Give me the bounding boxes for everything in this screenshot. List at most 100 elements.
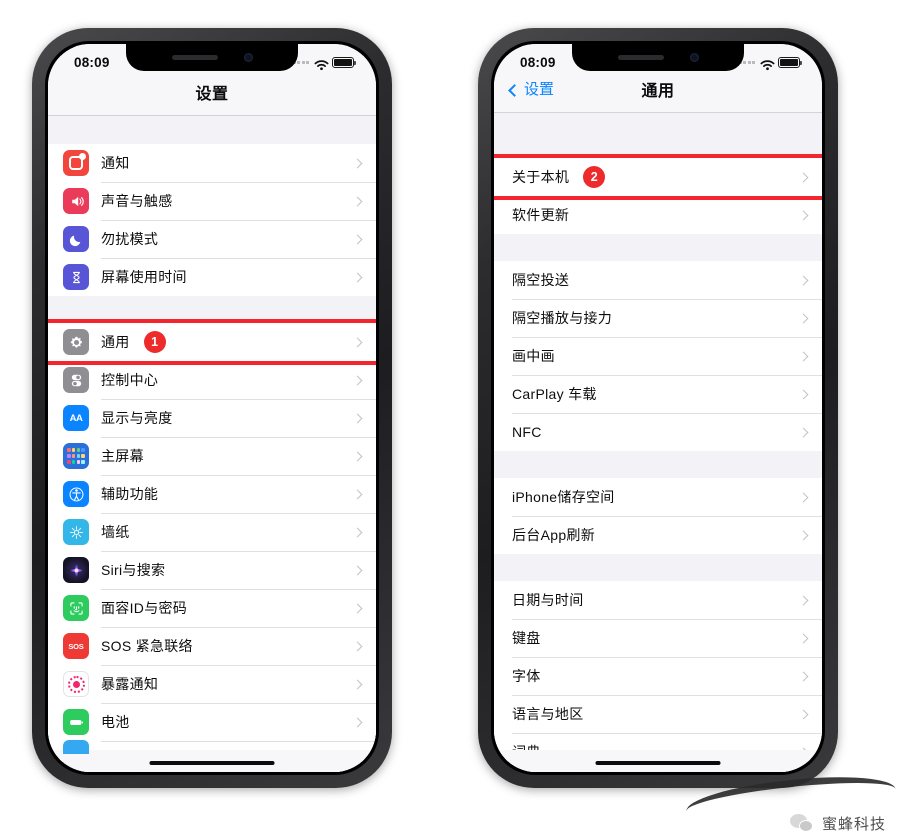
settings-row-exposure-notifications[interactable]: 暴露通知 xyxy=(48,665,376,703)
chevron-right-icon xyxy=(798,492,809,502)
row-label: CarPlay 车载 xyxy=(512,386,597,402)
settings-row-general[interactable]: 通用 1 xyxy=(48,319,376,365)
row-label: 面容ID与密码 xyxy=(101,600,188,616)
next-section-peek-icon xyxy=(63,740,89,754)
row-label: 隔空播放与接力 xyxy=(512,310,613,326)
section-spacer xyxy=(48,296,376,323)
row-label: 字体 xyxy=(512,668,541,684)
settings-row-wallpaper[interactable]: 墙纸 xyxy=(48,513,376,551)
chevron-right-icon xyxy=(352,603,363,613)
row-label: 控制中心 xyxy=(101,372,159,388)
face-id-icon xyxy=(63,595,89,621)
general-row-airplay-handoff[interactable]: 隔空播放与接力 xyxy=(494,299,822,337)
chevron-right-icon xyxy=(352,375,363,385)
status-bar-time: 08:09 xyxy=(520,55,556,70)
settings-row-display-brightness[interactable]: AA 显示与亮度 xyxy=(48,399,376,437)
general-settings-list[interactable]: 关于本机 2 软件更新 隔空投送 隔空播放与接力 画中画 CarPlay 车载 … xyxy=(494,144,822,772)
general-row-airdrop[interactable]: 隔空投送 xyxy=(494,261,822,299)
status-bar-indicators xyxy=(738,57,802,71)
general-row-language-region[interactable]: 语言与地区 xyxy=(494,695,822,733)
earpiece-speaker xyxy=(171,55,218,60)
general-group-3: iPhone储存空间 后台App刷新 xyxy=(494,478,822,554)
general-row-about[interactable]: 关于本机 2 xyxy=(494,154,822,200)
general-group-1: 关于本机 2 软件更新 xyxy=(494,154,822,234)
chevron-right-icon xyxy=(352,337,363,347)
battery-icon xyxy=(332,57,356,68)
row-label: 通知 xyxy=(101,155,130,171)
settings-row-accessibility[interactable]: 辅助功能 xyxy=(48,475,376,513)
settings-row-do-not-disturb[interactable]: 勿扰模式 xyxy=(48,220,376,258)
page-title: 设置 xyxy=(195,86,229,103)
general-row-carplay[interactable]: CarPlay 车载 xyxy=(494,375,822,413)
chevron-right-icon xyxy=(352,234,363,244)
phone-device-general: 08:09 设置 通用 关于本机 2 软件更新 隔空投送 隔空播放与接力 画中画… xyxy=(478,28,838,788)
row-label: 墙纸 xyxy=(101,524,130,540)
row-label: 主屏幕 xyxy=(101,448,144,464)
chevron-right-icon xyxy=(352,489,363,499)
general-row-fonts[interactable]: 字体 xyxy=(494,657,822,695)
chevron-right-icon xyxy=(798,427,809,437)
row-label: 暴露通知 xyxy=(101,676,159,692)
section-spacer xyxy=(494,451,822,478)
notification-icon xyxy=(63,150,89,176)
row-label: 键盘 xyxy=(512,630,541,646)
phone-bezel: 08:09 设置 xyxy=(45,41,379,775)
siri-search-icon xyxy=(63,557,89,583)
chevron-right-icon xyxy=(798,530,809,540)
display-brightness-icon: AA xyxy=(63,405,89,431)
row-label: Siri与搜索 xyxy=(101,562,166,578)
phone-device-settings: 08:09 设置 通知 声音与触感 勿扰模式 屏幕使用时间 通用 1 控制中心 … xyxy=(32,28,392,788)
status-bar-time: 08:09 xyxy=(74,55,110,70)
general-row-date-time[interactable]: 日期与时间 xyxy=(494,581,822,619)
screen-time-hourglass-icon xyxy=(63,264,89,290)
front-camera-icon xyxy=(243,53,253,62)
row-label: 隔空投送 xyxy=(512,272,570,288)
phone-screen-general: 08:09 设置 通用 关于本机 2 软件更新 隔空投送 隔空播放与接力 画中画… xyxy=(494,44,822,772)
do-not-disturb-moon-icon xyxy=(63,226,89,252)
row-label: 日期与时间 xyxy=(512,592,584,608)
phone-bezel: 08:09 设置 xyxy=(491,41,825,775)
step-badge-2: 2 xyxy=(583,166,606,188)
row-label: 软件更新 xyxy=(512,207,570,223)
general-row-keyboard[interactable]: 键盘 xyxy=(494,619,822,657)
general-group-4: 日期与时间 键盘 字体 语言与地区 xyxy=(494,581,822,771)
row-label: NFC xyxy=(512,424,542,440)
navigation-bar: 设置 通用 xyxy=(494,75,822,113)
general-row-iphone-storage[interactable]: iPhone储存空间 xyxy=(494,478,822,516)
chevron-right-icon xyxy=(798,671,809,681)
home-indicator[interactable] xyxy=(595,760,721,765)
settings-row-screen-time[interactable]: 屏幕使用时间 xyxy=(48,258,376,296)
status-bar-indicators xyxy=(292,57,356,71)
general-row-nfc[interactable]: NFC xyxy=(494,413,822,451)
emergency-sos-icon: SOS xyxy=(63,633,89,659)
row-label: 语言与地区 xyxy=(512,706,584,722)
general-group-2: 隔空投送 隔空播放与接力 画中画 CarPlay 车载 NFC xyxy=(494,261,822,451)
section-spacer xyxy=(494,144,822,158)
section-spacer xyxy=(494,554,822,581)
chevron-right-icon xyxy=(798,389,809,399)
sound-haptics-icon xyxy=(63,188,89,214)
settings-list[interactable]: 通知 声音与触感 勿扰模式 屏幕使用时间 通用 1 控制中心 AA 显示与亮度 … xyxy=(48,144,376,772)
settings-row-emergency-sos[interactable]: SOS SOS 紧急联络 xyxy=(48,627,376,665)
settings-row-home-screen[interactable]: 主屏幕 xyxy=(48,437,376,475)
settings-row-siri-search[interactable]: Siri与搜索 xyxy=(48,551,376,589)
general-row-software-update[interactable]: 软件更新 xyxy=(494,196,822,234)
chevron-right-icon xyxy=(798,709,809,719)
settings-row-battery[interactable]: 电池 xyxy=(48,703,376,741)
battery-icon xyxy=(778,57,802,68)
settings-row-face-id-passcode[interactable]: 面容ID与密码 xyxy=(48,589,376,627)
chevron-left-icon xyxy=(508,84,521,97)
general-row-picture-in-picture[interactable]: 画中画 xyxy=(494,337,822,375)
row-label: 后台App刷新 xyxy=(512,527,596,543)
settings-group-1: 通知 声音与触感 勿扰模式 屏幕使用时间 xyxy=(48,144,376,296)
settings-row-control-center[interactable]: 控制中心 xyxy=(48,361,376,399)
front-camera-icon xyxy=(689,53,699,62)
settings-row-notifications[interactable]: 通知 xyxy=(48,144,376,182)
chevron-right-icon xyxy=(798,210,809,220)
back-button[interactable]: 设置 xyxy=(508,79,554,101)
accessibility-icon xyxy=(63,481,89,507)
general-row-background-app-refresh[interactable]: 后台App刷新 xyxy=(494,516,822,554)
settings-row-sounds-haptics[interactable]: 声音与触感 xyxy=(48,182,376,220)
row-label: 屏幕使用时间 xyxy=(101,269,187,285)
home-indicator[interactable] xyxy=(149,760,275,765)
